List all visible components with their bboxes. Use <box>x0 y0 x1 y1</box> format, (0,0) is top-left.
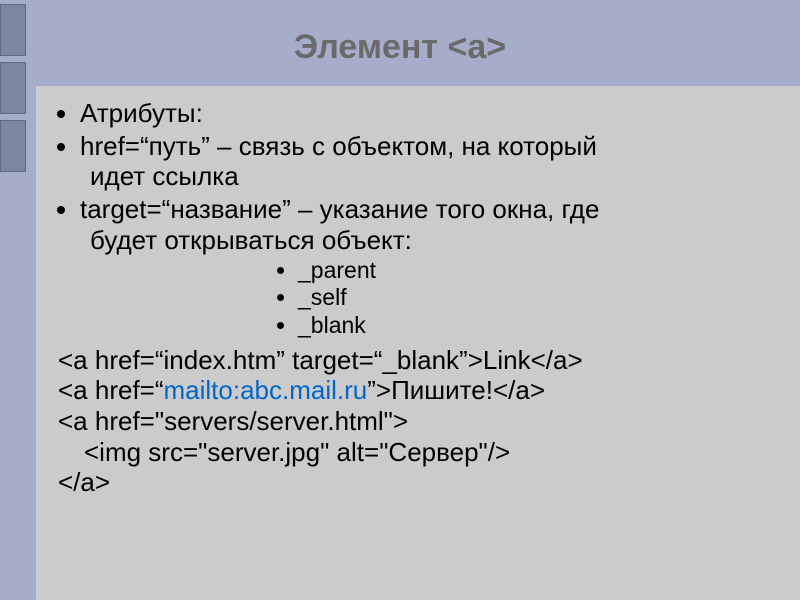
bullet-item: Атрибуты: <box>80 98 790 129</box>
bullet-text-cont: будет открываться объект: <box>80 225 790 256</box>
bullet-text-cont: идет ссылка <box>80 161 790 192</box>
slide-body: Атрибуты: href=“путь” – связь с объектом… <box>36 86 800 600</box>
sub-bullet: _parent <box>298 257 790 284</box>
bullet-text: target=“название” – указание того окна, … <box>80 194 599 224</box>
side-tabs <box>0 0 26 178</box>
bullet-item: href=“путь” – связь с объектом, на котор… <box>80 131 790 192</box>
tab-marker <box>0 62 26 114</box>
code-text: ”>Пишите!</a> <box>367 375 545 405</box>
sub-bullet: _blank <box>298 312 790 339</box>
code-line: <a href=“mailto:abc.mail.ru”>Пишите!</a> <box>58 375 790 406</box>
bullet-text: href=“путь” – связь с объектом, на котор… <box>80 131 597 161</box>
code-example: <a href=“index.htm” target=“_blank”>Link… <box>58 345 790 498</box>
code-line: </a> <box>58 467 790 498</box>
bullet-item: target=“название” – указание того окна, … <box>80 194 790 255</box>
code-text: <a href=“ <box>58 375 164 405</box>
tab-marker <box>0 4 26 56</box>
mailto-link: mailto:abc.mail.ru <box>164 375 368 405</box>
code-text: <img src="server.jpg" alt="Сервер"/> <box>58 437 790 468</box>
sub-bullet: _self <box>298 284 790 311</box>
slide-title: Элемент <a> <box>0 28 800 67</box>
code-line: <a href="servers/server.html"> <box>58 406 790 437</box>
code-line: <a href=“index.htm” target=“_blank”>Link… <box>58 345 790 376</box>
code-line: <img src="server.jpg" alt="Сервер"/> <box>58 437 790 468</box>
tab-marker <box>0 120 26 172</box>
